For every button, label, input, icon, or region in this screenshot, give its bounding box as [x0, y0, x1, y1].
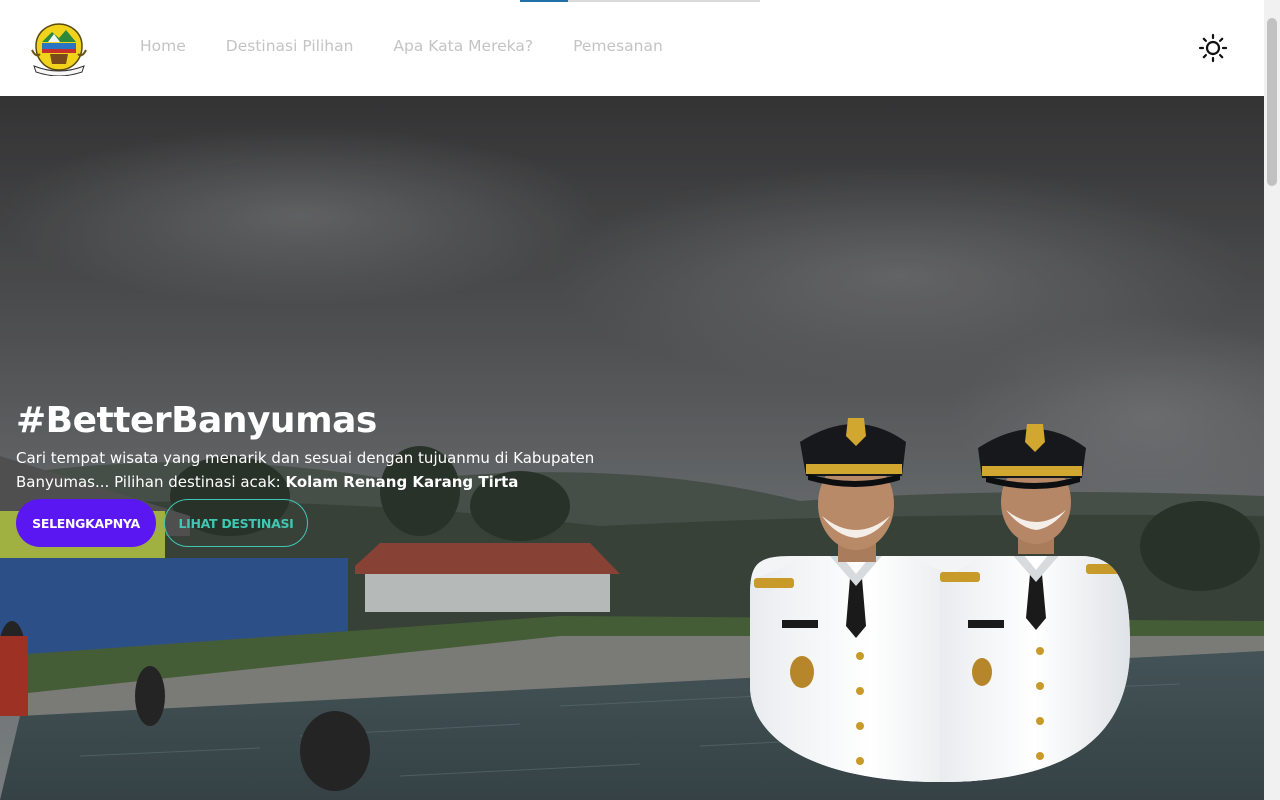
scrollbar-thumb[interactable] [1267, 18, 1277, 186]
progress-fill [520, 0, 568, 2]
regional-officials-photo [750, 406, 1130, 782]
main-navigation: Home Destinasi Pilihan Apa Kata Mereka? … [140, 37, 663, 55]
banyumas-emblem-logo[interactable] [30, 20, 88, 77]
hero-section: #BetterBanyumas Cari tempat wisata yang … [0, 96, 1264, 800]
random-destination-name: Kolam Renang Karang Tirta [285, 473, 519, 491]
site-header: Home Destinasi Pilihan Apa Kata Mereka? … [0, 0, 1264, 96]
nav-home[interactable]: Home [140, 37, 186, 55]
nav-pemesanan[interactable]: Pemesanan [573, 37, 663, 55]
page-load-progress [520, 0, 760, 2]
page-scrollbar[interactable] [1264, 0, 1280, 800]
sun-icon[interactable] [1198, 33, 1228, 63]
selengkapnya-button[interactable]: SELENGKAPNYA [16, 499, 156, 547]
lihat-destinasi-button[interactable]: LIHAT DESTINASI [164, 499, 308, 547]
nav-destinasi-pilihan[interactable]: Destinasi Pilihan [226, 37, 354, 55]
hero-title: #BetterBanyumas [16, 400, 377, 441]
hero-description: Cari tempat wisata yang menarik dan sesu… [16, 446, 656, 494]
nav-apa-kata-mereka[interactable]: Apa Kata Mereka? [393, 37, 533, 55]
